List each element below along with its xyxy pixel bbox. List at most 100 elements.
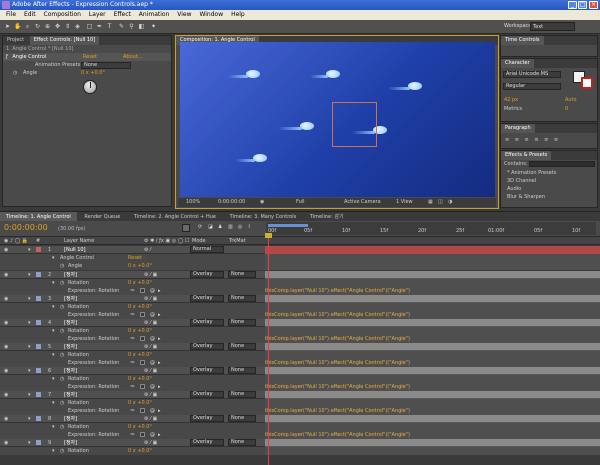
expression-row[interactable]: Expression: Rotation ＝ @ ▸ [0,335,265,343]
layer-switches[interactable]: ⚙ ⁄ [144,246,151,254]
layer-duration-bar[interactable] [265,439,600,447]
expression-enable-icon[interactable]: ＝ [130,407,135,415]
exposure-icon[interactable]: ◑ [448,198,452,207]
visibility-icon[interactable]: ◉ [4,271,8,279]
current-time-indicator[interactable] [268,236,269,465]
layer-name[interactable]: [정자] [64,439,77,447]
property-value[interactable]: 0 x +0.0° [128,327,152,335]
expression-text[interactable]: thisComp.layer("Null 10").effect("Angle … [265,383,410,391]
expression-graph-toggle[interactable] [140,360,145,365]
clone-stamp-tool-icon[interactable]: ⚲ [128,23,135,30]
layer-switches[interactable]: ⚙ ⁄ ▣ [144,415,157,423]
minimize-button[interactable]: _ [568,1,577,9]
layer-row[interactable]: ◉ ▾ 5 [정자] ⚙ ⁄ ▣ Overlay None [0,343,265,351]
expression-menu-icon[interactable]: ▸ [158,359,161,367]
property-row[interactable]: ▾ ◷ Rotation 0 x +0.0° [0,327,265,335]
playhead-handle[interactable] [265,233,272,238]
blend-mode-select[interactable]: Overlay [190,271,224,278]
stopwatch-icon[interactable]: ◷ [60,351,64,359]
grid-icon[interactable]: ▦ [428,198,433,207]
expression-menu-icon[interactable]: ▸ [158,287,161,295]
expand-twirl[interactable]: ▾ [28,415,31,423]
reset-link[interactable]: Reset [83,53,97,61]
menu-layer[interactable]: Layer [89,10,106,20]
stopwatch-icon[interactable]: ◷ [60,447,64,455]
expand-twirl[interactable]: ▾ [52,423,55,431]
label-color[interactable] [36,320,41,325]
pick-whip-icon[interactable]: @ [150,383,155,391]
trkmat-select[interactable]: None [228,415,256,422]
track-row[interactable] [265,351,600,359]
expression-graph-toggle[interactable] [140,336,145,341]
pick-whip-icon[interactable]: @ [150,287,155,295]
property-value[interactable]: 0 x +0.0° [128,375,152,383]
viewer-timecode[interactable]: 0:00:00:00 [218,198,245,207]
label-color[interactable] [36,247,41,252]
expression-graph-toggle[interactable] [140,408,145,413]
effect-row[interactable]: ƒ Angle Control Reset About... [3,53,171,61]
layer-name[interactable]: [정자] [64,391,77,399]
animation-presets-select[interactable]: None [81,62,131,69]
leading-value[interactable]: Auto [565,96,577,104]
snapshot-icon[interactable]: ◉ [260,198,264,207]
layer-row[interactable]: ◉ ▾ 4 [정자] ⚙ ⁄ ▣ Overlay None [0,319,265,327]
paragraph-align-icons[interactable]: ≡ ≡ ≡ ≡ ≡ ≡ [501,136,597,144]
layer-switches[interactable]: ⚙ ⁄ ▣ [144,271,157,279]
col-layer-name[interactable]: Layer Name [64,237,94,246]
layer-name[interactable]: [정자] [64,295,77,303]
layer-name[interactable]: [정자] [64,271,77,279]
layer-duration-bar[interactable] [265,246,600,254]
selection-tool-icon[interactable]: ➤ [4,23,11,30]
tab-project[interactable]: Project [3,36,28,45]
expand-twirl[interactable]: ▾ [28,246,31,254]
blend-mode-select[interactable]: Overlay [190,295,224,302]
effect-category[interactable]: * Animation Presets [501,169,597,177]
stopwatch-icon[interactable]: ◷ [60,327,64,335]
angle-dial[interactable] [83,80,97,94]
property-row[interactable]: ▾ ◷ Rotation 0 x +0.0° [0,351,265,359]
stopwatch-icon[interactable]: ◷ [60,375,64,383]
col-trkmat[interactable]: TrkMat [229,237,246,246]
expression-enable-icon[interactable]: ＝ [130,383,135,391]
blend-mode-select[interactable]: Overlay [190,319,224,326]
track-xy-tool-icon[interactable]: ✥ [54,23,61,30]
pan-behind-tool-icon[interactable]: ◈ [74,23,81,30]
stopwatch-icon[interactable]: ◷ [60,399,64,407]
expand-twirl[interactable]: ▾ [28,319,31,327]
pick-whip-icon[interactable]: @ [150,311,155,319]
expression-text[interactable]: thisComp.layer("Null 10").effect("Angle … [265,407,410,415]
layer-row[interactable]: ◉ ▾ 7 [정자] ⚙ ⁄ ▣ Overlay None [0,391,265,399]
contains-search-input[interactable] [529,161,595,167]
channel-icon[interactable]: ◫ [438,198,443,207]
motion-blur-icon[interactable]: ◎ [238,224,242,230]
layer-duration-bar[interactable] [265,415,600,423]
kerning-mode[interactable]: Metrics [504,106,522,112]
pick-whip-icon[interactable]: @ [150,359,155,367]
font-style-select[interactable]: Regular [503,83,561,90]
pick-whip-icon[interactable]: @ [150,431,155,439]
expression-row[interactable]: Expression: Rotation ＝ @ ▸ [0,311,265,319]
workspace-select[interactable]: Text [530,22,575,31]
expand-twirl[interactable]: ▾ [28,295,31,303]
draft-3d-icon[interactable]: ◪ [208,224,213,230]
expand-twirl[interactable]: ▾ [28,343,31,351]
text-tool-icon[interactable]: T [106,23,113,30]
property-row[interactable]: ▾ ◷ Rotation 0 x +0.0° [0,447,265,455]
stopwatch-icon[interactable]: ◷ [60,423,64,431]
expression-graph-toggle[interactable] [140,312,145,317]
hide-shy-icon[interactable]: ♟ [218,224,222,230]
expand-twirl[interactable]: ▾ [52,303,55,311]
pen-tool-icon[interactable]: ✒ [96,23,103,30]
tracking-value[interactable]: 0 [565,105,568,113]
label-color[interactable] [36,368,41,373]
fx-icon[interactable]: ƒ [6,54,8,60]
menu-edit[interactable]: Edit [24,10,36,20]
layer-name[interactable]: [정자] [64,319,77,327]
trkmat-select[interactable]: None [228,295,256,302]
maximize-button[interactable]: □ [578,1,587,9]
menu-file[interactable]: File [6,10,16,20]
expression-enable-icon[interactable]: ＝ [130,359,135,367]
expand-twirl[interactable]: ▾ [52,399,55,407]
layer-duration-bar[interactable] [265,295,600,303]
expand-twirl[interactable]: ▾ [28,391,31,399]
